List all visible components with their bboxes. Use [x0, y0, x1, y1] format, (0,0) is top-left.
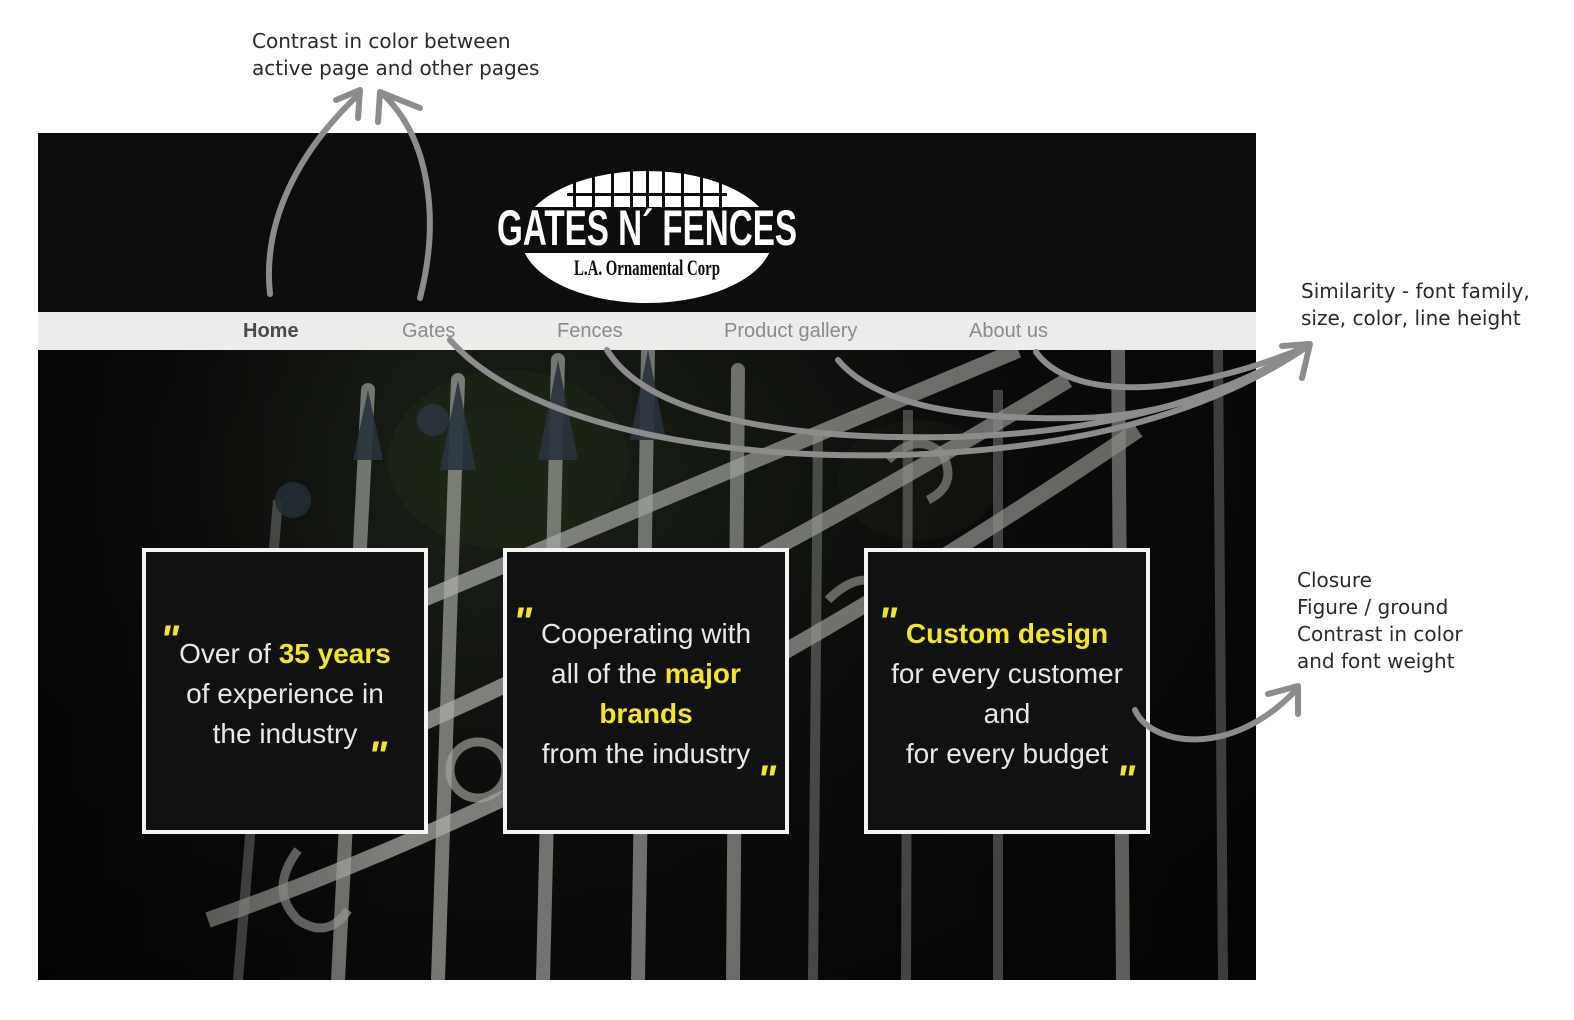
card-line: of experience in [186, 678, 384, 709]
nav-item-product-gallery[interactable]: Product gallery [724, 312, 857, 350]
annotation-line: Contrast in color between [252, 29, 511, 53]
annotation-line: Similarity - font family, [1301, 279, 1530, 303]
nav-item-gates[interactable]: Gates [402, 312, 455, 350]
annotation-closure: Closure Figure / ground Contrast in colo… [1297, 567, 1463, 675]
annotation-active-contrast: Contrast in color between active page an… [252, 28, 539, 82]
annotation-line: and font weight [1297, 649, 1455, 673]
card-line: brands [599, 698, 693, 729]
card-line: for every customer [891, 658, 1123, 689]
annotation-line: active page and other pages [252, 56, 540, 80]
card-text: Custom design for every customer and for… [868, 614, 1146, 774]
card-line: Cooperating with [540, 618, 752, 649]
feature-card-custom-design: " Custom design for every customer and f… [864, 548, 1150, 834]
annotation-similarity: Similarity - font family, size, color, l… [1301, 278, 1530, 332]
arrow-head [333, 87, 363, 121]
feature-card-experience: " Over of 35 years of experience in the … [142, 548, 428, 834]
close-quote-mark: " [1116, 758, 1135, 802]
logo-title: GATES N´ FENCES [497, 200, 797, 256]
nav-item-home[interactable]: Home [243, 312, 299, 350]
card-line: Custom design [905, 618, 1109, 649]
site-header: GATES N´ FENCES L.A. Ornamental Corp [38, 133, 1256, 312]
hero-banner: " Over of 35 years of experience in the … [38, 350, 1256, 980]
logo-subtitle: L.A. Ornamental Corp [574, 255, 720, 280]
close-quote-mark: " [757, 758, 776, 802]
feature-card-brands: " Cooperating with all of the major bran… [503, 548, 789, 834]
gates-n-fences-logo[interactable]: GATES N´ FENCES L.A. Ornamental Corp [491, 147, 803, 307]
nav-item-fences[interactable]: Fences [557, 312, 623, 350]
main-nav: Home Gates Fences Product gallery About … [38, 312, 1256, 350]
arrow-head [1279, 341, 1313, 381]
annotation-line: Figure / ground [1297, 595, 1449, 619]
website-mockup: GATES N´ FENCES L.A. Ornamental Corp Hom… [38, 133, 1256, 980]
card-line: all of the major [551, 658, 741, 689]
arrow-head [375, 89, 423, 125]
nav-item-about-us[interactable]: About us [969, 312, 1048, 350]
annotation-line: Closure [1297, 568, 1372, 592]
card-line: for every budget [905, 738, 1109, 769]
annotation-line: Contrast in color [1297, 622, 1463, 646]
arrow-head [1265, 683, 1301, 717]
close-quote-mark: " [368, 734, 387, 778]
card-line: and [983, 698, 1031, 729]
card-line: from the industry [541, 738, 751, 769]
card-line: Over of 35 years [179, 638, 391, 669]
annotation-line: size, color, line height [1301, 306, 1521, 330]
card-text: Cooperating with all of the major brands… [507, 614, 785, 774]
